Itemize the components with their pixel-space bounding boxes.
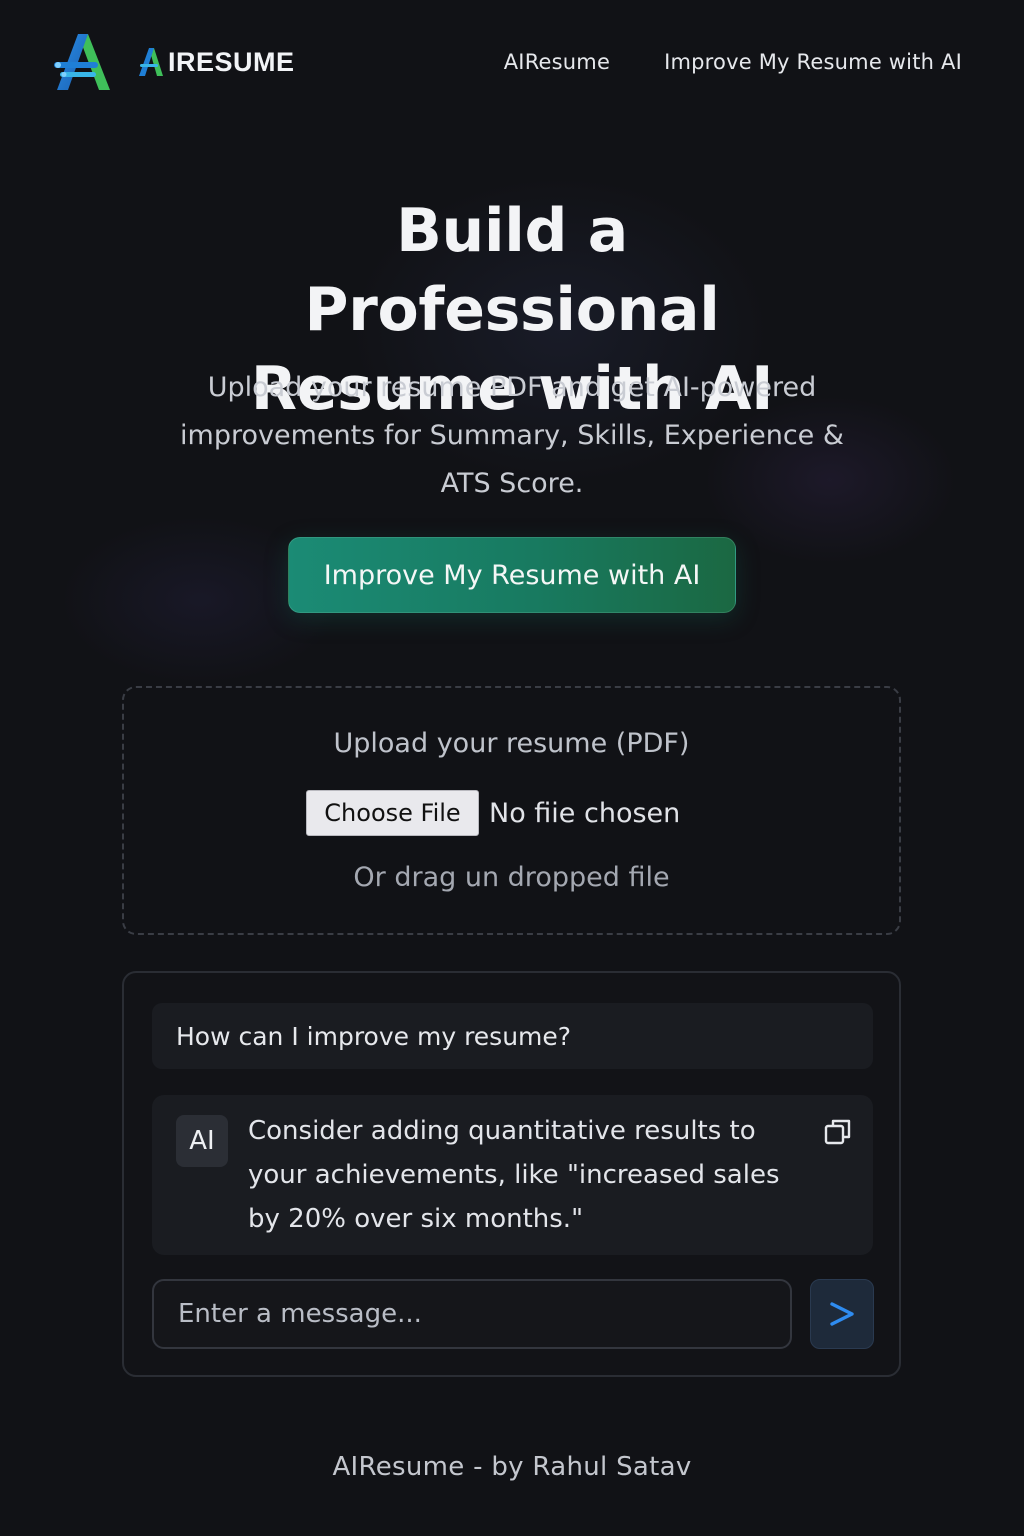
page: IRESUME AIResume Improve My Resume with …	[0, 0, 1024, 1536]
message-input[interactable]	[152, 1279, 792, 1349]
nav-link-improve-resume[interactable]: Improve My Resume with AI	[664, 50, 962, 74]
ai-avatar: AI	[176, 1115, 228, 1167]
upload-label: Upload your resume (PDF)	[333, 728, 690, 759]
user-message: How can I improve my resume?	[152, 1003, 873, 1069]
chat-panel: How can I improve my resume? AI Consider…	[122, 971, 901, 1377]
send-button[interactable]	[810, 1279, 874, 1349]
brand-a-icon	[139, 48, 163, 76]
improve-resume-button[interactable]: Improve My Resume with AI	[288, 537, 736, 613]
footer-credit: AIResume - by Rahul Satav	[332, 1452, 692, 1482]
file-input[interactable]: Choose File No fiie chosen	[306, 790, 680, 836]
ai-message: AI Consider adding quantitative results …	[152, 1095, 873, 1255]
file-status-text: No fiie chosen	[489, 797, 681, 829]
upload-dropzone[interactable]: Upload your resume (PDF) Choose File No …	[122, 686, 901, 935]
brand-name: IRESUME	[168, 46, 295, 77]
choose-file-button[interactable]: Choose File	[306, 790, 479, 836]
site-header: IRESUME AIResume Improve My Resume with …	[0, 0, 1024, 130]
copy-icon[interactable]	[823, 1117, 853, 1147]
send-arrow-icon	[830, 1302, 854, 1326]
main-nav: AIResume Improve My Resume with AI	[504, 50, 962, 74]
nav-link-airesume[interactable]: AIResume	[504, 50, 610, 74]
aresume-logo-icon[interactable]	[52, 32, 118, 92]
brand-logo[interactable]: IRESUME	[138, 44, 295, 80]
drag-drop-hint: Or drag un dropped file	[353, 862, 670, 893]
hero-subtitle: Upload your resume PDF and get AI-powere…	[180, 372, 844, 499]
ai-message-text: Consider adding quantitative results to …	[248, 1116, 780, 1234]
